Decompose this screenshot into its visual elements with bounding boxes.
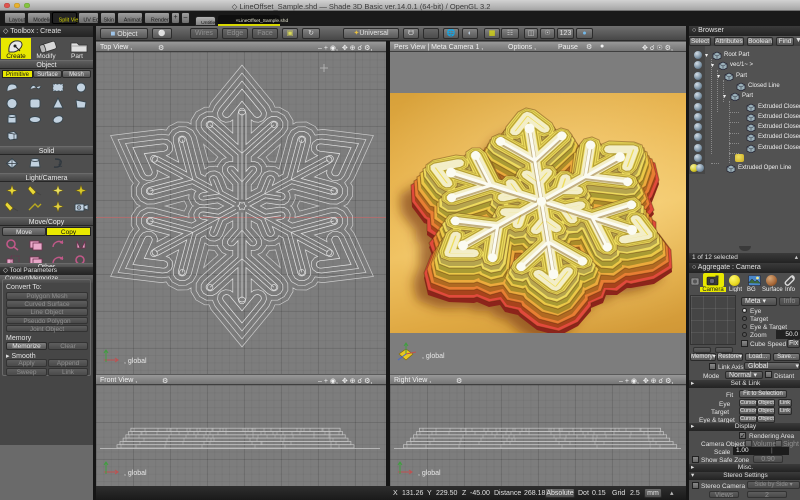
- svg-text:, global: , global: [418, 470, 441, 477]
- svg-text:£: £: [58, 160, 63, 169]
- svg-text:, global: , global: [422, 353, 445, 360]
- svg-text:, global: , global: [124, 470, 147, 477]
- svg-text:, global: , global: [124, 358, 147, 365]
